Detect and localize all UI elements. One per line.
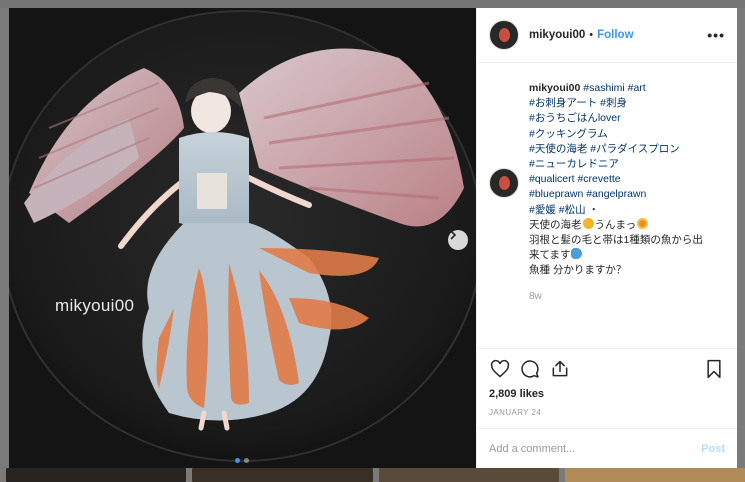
- comment-icon[interactable]: [519, 358, 541, 380]
- caption-text: 魚種 分かりますか？: [529, 264, 627, 277]
- caption-avatar[interactable]: [489, 168, 519, 198]
- caption-section: mikyoui00 #sashimi #art #お刺身アート #刺身 #おうち…: [477, 63, 737, 348]
- caption-line: 来てます: [529, 248, 703, 263]
- yum-emoji-icon: [582, 217, 594, 229]
- caption-hashtags[interactable]: #おうちごはんlover: [529, 111, 703, 126]
- post-caption: mikyoui00 #sashimi #art #お刺身アート #刺身 #おうち…: [529, 81, 703, 304]
- author-username[interactable]: mikyoui00: [529, 29, 585, 41]
- caption-time-ago[interactable]: 8w: [529, 289, 703, 304]
- author-avatar[interactable]: [489, 20, 519, 50]
- caption-text: 天使の海老: [529, 218, 582, 231]
- post-side-panel: mikyoui00 • Follow ••• mikyoui00 #sashim…: [476, 8, 737, 468]
- carousel-indicators: [235, 458, 249, 463]
- caption-hashtags[interactable]: #愛媛 #松山 ・: [529, 203, 703, 218]
- heart-icon[interactable]: [489, 358, 511, 380]
- like-count[interactable]: 2,809 likes: [477, 388, 737, 406]
- backdrop-top-edge: [0, 0, 745, 8]
- post-image[interactable]: mikyoui00: [9, 8, 476, 468]
- bookmark-icon[interactable]: [703, 358, 725, 380]
- background-thumbnail[interactable]: [192, 468, 373, 482]
- image-watermark: mikyoui00: [55, 296, 135, 315]
- caption-hashtags[interactable]: #sashimi #art: [583, 82, 645, 94]
- caption-hashtags[interactable]: #ニューカレドニア: [529, 157, 703, 172]
- heart-eyes-emoji-icon: [637, 217, 649, 229]
- caption-hashtags[interactable]: #天使の海老 #パラダイスプロン: [529, 142, 703, 157]
- background-thumbnails: [0, 468, 745, 482]
- post-header: mikyoui00 • Follow •••: [477, 8, 737, 63]
- share-icon[interactable]: [549, 358, 571, 380]
- action-bar: [477, 348, 737, 388]
- follow-button[interactable]: Follow: [597, 29, 633, 41]
- add-comment-bar: Post: [477, 428, 737, 468]
- caption-hashtags[interactable]: #お刺身アート #刺身: [529, 96, 703, 111]
- post-modal: mikyoui00 mikyoui00 • Follow ••• mikyoui…: [9, 8, 737, 468]
- caption-username[interactable]: mikyoui00: [529, 82, 580, 94]
- carousel-dot-active: [235, 458, 240, 463]
- background-thumbnail[interactable]: [378, 468, 559, 482]
- next-image-button[interactable]: [448, 230, 468, 250]
- caption-line: 天使の海老 うんまっ: [529, 217, 703, 233]
- caption-text: 羽根と髪の毛と帯は1種類の魚から出: [529, 234, 703, 247]
- post-comment-button[interactable]: Post: [701, 443, 725, 455]
- header-separator: •: [589, 29, 594, 41]
- more-options-icon[interactable]: •••: [707, 27, 725, 43]
- caption-hashtags[interactable]: #blueprawn #angelprawn: [529, 187, 703, 202]
- caption-hashtags[interactable]: #クッキングラム: [529, 127, 703, 142]
- caption-text: 来てます: [529, 249, 571, 262]
- background-thumbnail[interactable]: [6, 468, 187, 482]
- sashimi-plate-image: [9, 8, 476, 468]
- caption-text: うんまっ: [594, 218, 637, 231]
- carousel-dot: [244, 458, 249, 463]
- post-date[interactable]: JANUARY 24: [477, 406, 737, 428]
- comment-input[interactable]: [489, 442, 702, 455]
- fish-emoji-icon: [571, 248, 583, 260]
- background-thumbnail[interactable]: [564, 468, 745, 482]
- caption-hashtags[interactable]: #qualicert #crevette: [529, 172, 703, 187]
